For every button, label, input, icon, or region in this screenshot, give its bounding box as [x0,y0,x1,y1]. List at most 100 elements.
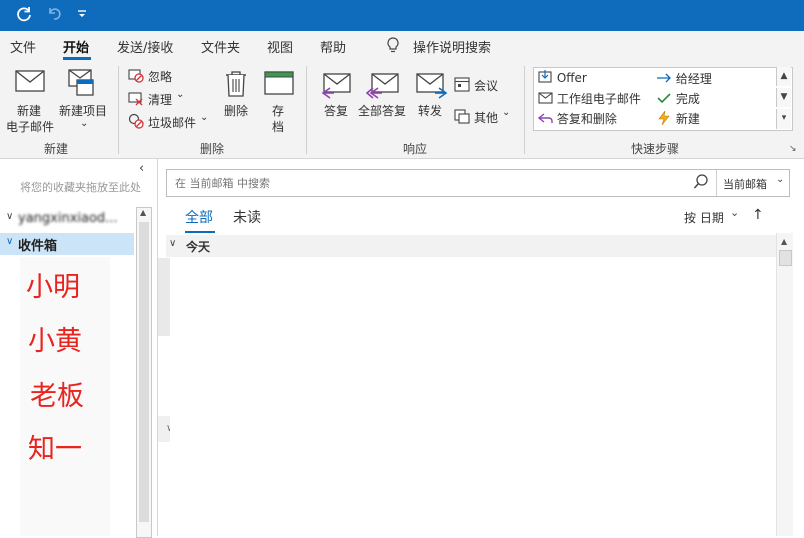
folder-scrollbar[interactable]: ▲ [136,207,152,538]
subfolder-boss[interactable]: 老板 [30,374,84,413]
subfolder-xiaoming[interactable]: 小明 [26,265,80,304]
quick-step-to-manager[interactable]: 给经理 [656,70,712,87]
search-box[interactable]: 当前邮箱 ⌄ [166,169,790,197]
scroll-up-icon[interactable]: ▲ [781,237,787,246]
meeting-label: 会议 [474,79,499,93]
filter-unread-tab[interactable]: 未读 [233,207,261,227]
tab-send-receive[interactable]: 发送/接收 [117,37,173,56]
checkmark-icon [656,92,672,107]
trash-icon [224,70,248,101]
ignore-button[interactable]: 忽略 [128,66,188,84]
title-bar [0,0,804,31]
account-folder[interactable]: ∨ yangxinxiaod... [0,209,134,229]
delete-button[interactable]: 删除 [218,64,254,124]
new-items-button[interactable]: 新建项目 ⌄ [57,64,111,134]
quick-step-team-email-label: 工作组电子邮件 [556,92,641,106]
meeting-button[interactable]: 会议 [454,75,506,93]
chevron-down-icon: ∨ [169,238,177,249]
sync-icon[interactable] [15,5,33,28]
message-list [170,258,776,536]
archive-icon [264,70,294,99]
scroll-up-icon[interactable]: ▲ [140,208,146,217]
subfolder-zhiyi[interactable]: 知一 [28,427,82,466]
archive-label-1: 存 [272,104,285,118]
message-scrollbar[interactable]: ▲ [776,233,793,536]
group-separator [524,66,525,154]
quick-step-done[interactable]: 完成 [656,90,700,107]
junk-icon [128,113,144,132]
chevron-down-icon: ⌄ [502,107,511,118]
tell-me-search[interactable]: 操作说明搜索 [413,37,491,56]
tab-folder[interactable]: 文件夹 [201,37,240,56]
gallery-more[interactable]: ▾ [776,109,791,129]
filter-all-tab[interactable]: 全部 [185,207,217,233]
archive-button[interactable]: 存 档 [262,64,294,136]
reply-all-icon [365,72,400,103]
search-icon[interactable] [693,173,709,194]
chevron-down-icon: ∨ [6,236,14,247]
collapse-pane-icon[interactable]: ‹ [139,161,144,176]
group-separator [306,66,307,154]
chevron-down-icon: ∨ [6,211,14,222]
reply-icon [537,112,553,127]
tab-home[interactable]: 开始 [63,37,89,56]
new-email-label-1: 新建 [17,104,42,118]
ignore-label: 忽略 [148,70,173,84]
quick-step-create-new-label: 新建 [675,112,700,126]
gallery-scroll-down[interactable]: ▼ [776,88,791,107]
reply-all-button[interactable]: 全部答复 [358,64,410,124]
junk-label: 垃圾邮件 [148,116,197,130]
archive-label-2: 档 [272,120,285,134]
calendar-icon [454,76,470,95]
new-email-button[interactable]: 新建 电子邮件 [4,64,56,134]
filter-underline [185,231,215,233]
reply-label: 答复 [324,104,349,118]
more-label: 其他 [474,111,499,125]
gallery-scroll-up[interactable]: ▲ [776,67,791,86]
quick-step-team-email[interactable]: 工作组电子邮件 [538,90,641,107]
quick-step-reply-delete[interactable]: 答复和删除 [537,110,617,127]
sort-direction-icon[interactable]: ↑ [752,207,764,223]
ribbon: 新建 电子邮件 新建项目 ⌄ 新建 忽略 清理 ⌄ 垃圾邮件 ⌄ 删除 存 档 … [0,60,804,159]
sort-by-date[interactable]: 按 日期 [684,209,724,226]
scroll-thumb[interactable] [139,222,149,522]
search-input[interactable] [173,173,682,193]
chevron-down-icon[interactable]: ⌄ [730,206,739,219]
subfolder-xiaohuang[interactable]: 小黄 [28,319,82,358]
dialog-launcher-icon[interactable]: ↘ [789,144,797,154]
tab-file[interactable]: 文件 [10,37,36,56]
lightbulb-icon [386,36,400,57]
group-header-today[interactable]: ∨ 今天 [166,235,776,257]
forward-button[interactable]: 转发 [412,64,450,124]
new-items-label: 新建项目 [59,104,108,118]
inbox-folder[interactable]: ∨ 收件箱 [0,233,134,255]
envelope-icon [15,70,45,95]
reply-button[interactable]: 答复 [318,64,356,124]
chevron-down-icon[interactable]: ⌄ [776,174,784,185]
group-label-delete: 删除 [200,142,225,156]
group-separator [118,66,119,154]
customize-icon[interactable] [76,5,88,28]
junk-button[interactable]: 垃圾邮件 ⌄ [128,112,210,130]
tab-view[interactable]: 视图 [267,37,293,56]
quick-steps-gallery: Offer 给经理 工作组电子邮件 完成 答复和删除 新建 [533,67,793,131]
more-respond-icon [454,108,470,127]
chevron-down-icon: ⌄ [80,118,89,129]
account-name: yangxinxiaod... [18,211,118,226]
group-today-label: 今天 [186,240,211,254]
quick-step-offer[interactable]: Offer [538,70,587,87]
forward-label: 转发 [418,104,443,118]
reply-all-label: 全部答复 [358,104,407,118]
quick-step-create-new[interactable]: 新建 [656,110,700,128]
undo-icon[interactable] [46,5,64,28]
scroll-thumb[interactable] [779,250,792,266]
search-scope[interactable]: 当前邮箱 [723,176,767,192]
cleanup-button[interactable]: 清理 ⌄ [128,89,190,107]
folder-pane: ‹ 将您的收藏夹拖放至此处 ∨ yangxinxiaod... ∨ 收件箱 小明… [0,159,158,538]
arrow-right-icon [656,72,672,87]
more-button[interactable]: 其他 ⌄ [454,107,514,125]
group-label-new: 新建 [44,142,69,156]
new-items-icon [67,68,97,101]
tab-help[interactable]: 帮助 [320,37,346,56]
quick-step-done-label: 完成 [675,92,700,106]
